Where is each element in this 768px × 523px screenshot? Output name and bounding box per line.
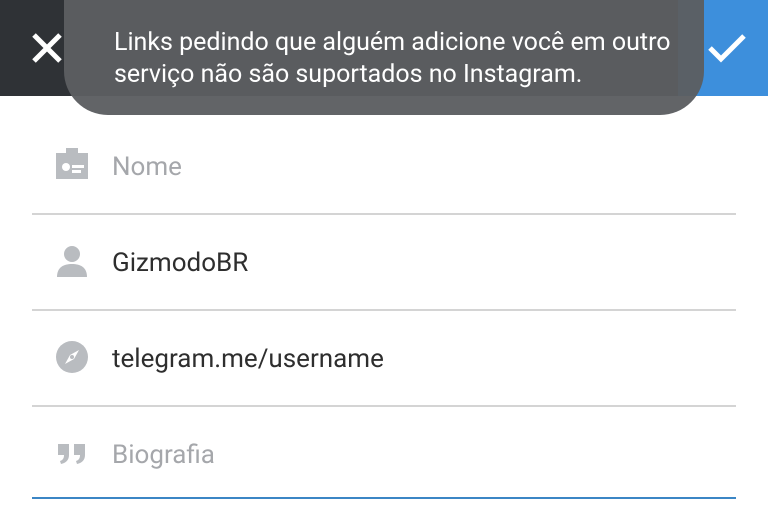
quote-icon [52, 433, 92, 473]
website-row [32, 311, 736, 407]
close-icon [32, 33, 62, 63]
bio-row [32, 407, 736, 499]
name-row [32, 119, 736, 215]
checkmark-icon [708, 34, 746, 63]
name-input[interactable] [112, 139, 712, 195]
id-card-icon [52, 145, 92, 185]
person-icon [52, 241, 92, 281]
toast-message: Links pedindo que alguém adicione você e… [64, 0, 704, 115]
username-input[interactable] [112, 235, 712, 291]
website-input[interactable] [112, 331, 712, 387]
bio-input[interactable] [112, 427, 712, 483]
toast-text: Links pedindo que alguém adicione você e… [114, 28, 671, 89]
compass-icon [52, 337, 92, 377]
confirm-button[interactable] [702, 24, 752, 72]
username-row [32, 215, 736, 311]
